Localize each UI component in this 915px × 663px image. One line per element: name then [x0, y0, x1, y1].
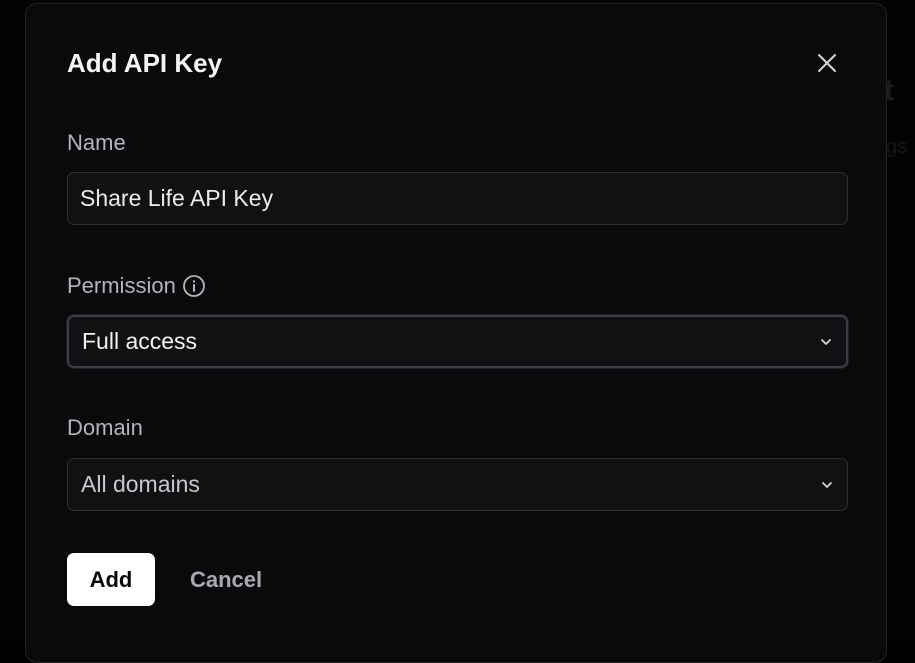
add-api-key-dialog: Add API Key Name Permission Full access …	[25, 3, 887, 663]
name-label: Name	[67, 130, 126, 156]
permission-selected-value: Full access	[82, 328, 198, 354]
add-button[interactable]: Add	[67, 553, 155, 606]
permission-label-text: Permission	[67, 273, 176, 298]
permission-select[interactable]: Full access	[67, 315, 848, 368]
background-page-subtitle: gs	[886, 136, 908, 158]
close-button[interactable]	[812, 48, 842, 78]
permission-label: Permission	[67, 273, 206, 299]
chevron-down-icon	[819, 477, 835, 493]
chevron-down-icon	[818, 334, 834, 350]
domain-label-text: Domain	[67, 415, 143, 440]
name-input[interactable]	[67, 172, 848, 225]
cancel-button[interactable]: Cancel	[186, 553, 266, 606]
domain-select[interactable]: All domains	[67, 458, 848, 511]
domain-selected-value: All domains	[81, 471, 200, 497]
domain-label: Domain	[67, 415, 143, 441]
dialog-title: Add API Key	[67, 48, 223, 78]
info-icon[interactable]	[182, 274, 206, 298]
name-label-text: Name	[67, 130, 126, 155]
close-icon	[818, 54, 836, 72]
